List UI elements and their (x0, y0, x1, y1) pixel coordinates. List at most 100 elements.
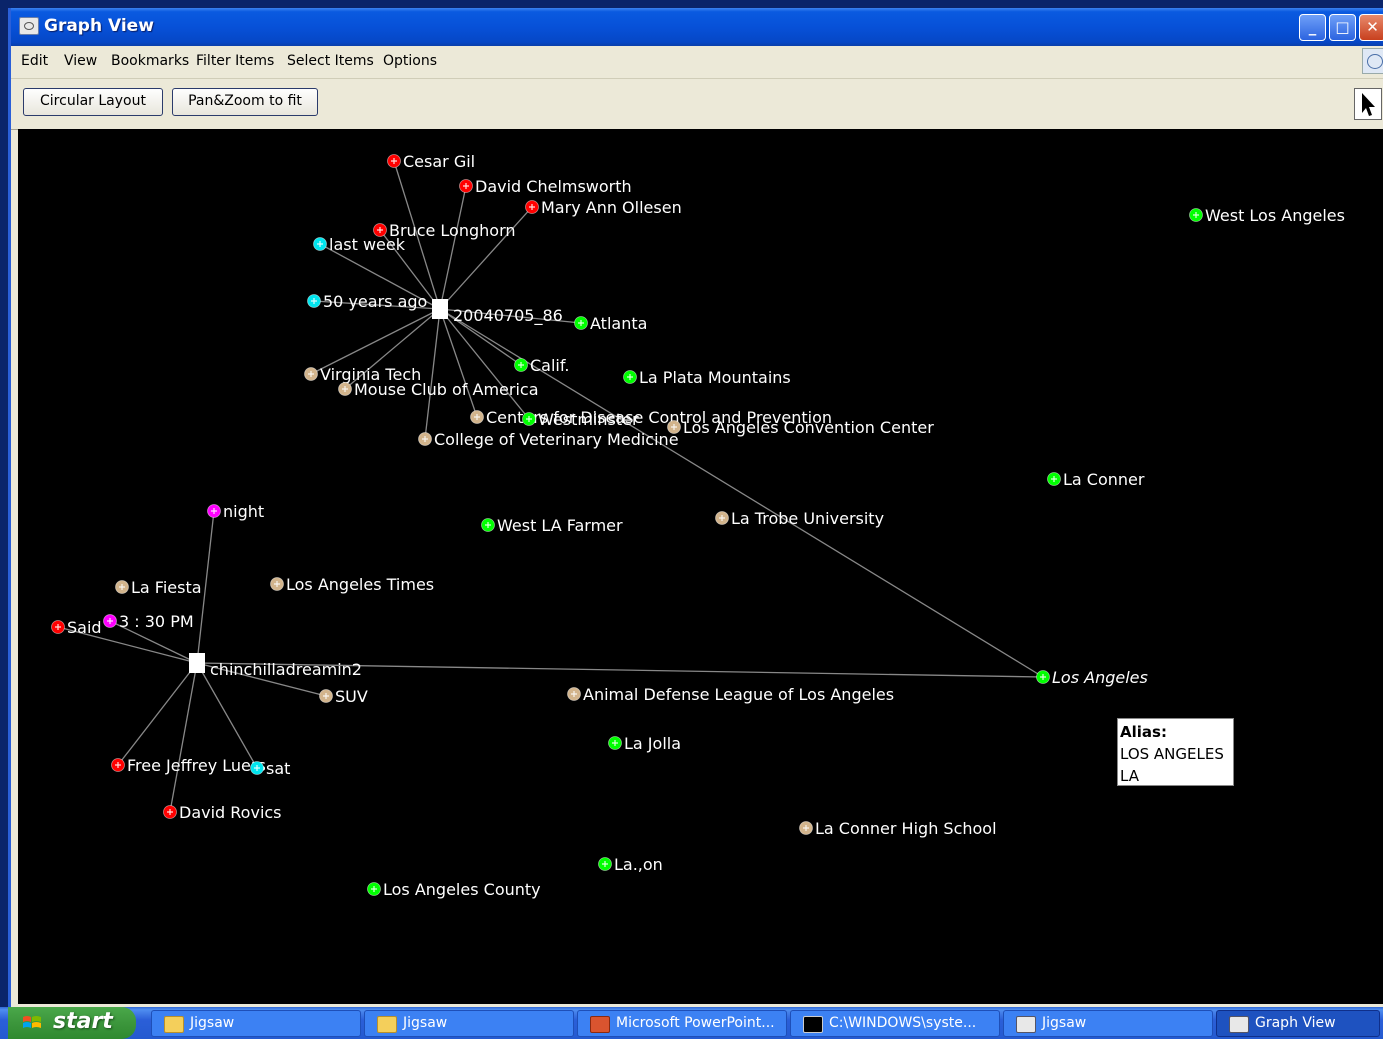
node-west-la-farmer[interactable]: West LA Farmer (481, 516, 624, 535)
node-label: Said (67, 618, 102, 637)
taskbar-label: Jigsaw (190, 1015, 235, 1031)
node-david-chelmsworth[interactable]: David Chelmsworth (459, 177, 632, 196)
edge-20040705-86-college-of-veterinary-medicine (424, 308, 441, 440)
node-la-conner-high-school[interactable]: La Conner High School (799, 819, 997, 838)
app-icon (1229, 1016, 1249, 1033)
taskbar: start Jigsaw Jigsaw Microsoft PowerPoint… (0, 1007, 1383, 1039)
node-los-angeles-convention-center[interactable]: Los Angeles Convention Center (667, 418, 935, 437)
node-label: La Trobe University (731, 509, 884, 528)
node-david-rovics[interactable]: David Rovics (163, 803, 282, 822)
node-label: La.,on (614, 855, 663, 874)
globe-icon[interactable] (1362, 48, 1383, 74)
taskbar-item-cmd[interactable]: C:\WINDOWS\syste... (790, 1010, 1000, 1037)
graph-svg[interactable]: Cesar Gil David Chelmsworth Mary Ann Olles… (18, 129, 1383, 1004)
taskbar-item-jigsaw-3[interactable]: Jigsaw (1003, 1010, 1213, 1037)
node-la-fiesta[interactable]: La Fiesta (115, 578, 202, 597)
node-label: Los Angeles (1052, 668, 1148, 687)
tooltip-alias-1: LOS ANGELES (1120, 745, 1224, 763)
document-node-20040705-86[interactable]: 20040705_86 (432, 299, 563, 326)
node-la-plata-mountains[interactable]: La Plata Mountains (623, 368, 791, 387)
document-label: 20040705_86 (453, 306, 563, 326)
node-label: La Conner High School (815, 819, 997, 838)
maximize-button[interactable]: □ (1329, 14, 1356, 41)
document-node-chinchilladreamin2[interactable]: chinchilladreamin2 (189, 653, 362, 679)
menu-view[interactable]: View (64, 53, 97, 69)
node-college-of-veterinary-medicine[interactable]: College of Veterinary Medicine (418, 430, 679, 449)
taskbar-label: C:\WINDOWS\syste... (829, 1015, 977, 1031)
node-la-trobe-university[interactable]: La Trobe University (715, 509, 885, 528)
node-label: College of Veterinary Medicine (434, 430, 679, 449)
circular-layout-button[interactable]: Circular Layout (23, 88, 163, 116)
node-label: Los Angeles Times (286, 575, 434, 594)
menu-options[interactable]: Options (383, 53, 437, 69)
document-icon (189, 653, 205, 673)
node-label: 3 : 30 PM (119, 612, 194, 631)
taskbar-label: Jigsaw (403, 1015, 448, 1031)
node-3-30-pm[interactable]: 3 : 30 PM (103, 612, 194, 631)
node-sat[interactable]: sat (250, 759, 291, 778)
node-los-angeles-county[interactable]: Los Angeles County (367, 880, 541, 899)
node-label: David Chelmsworth (475, 177, 632, 196)
taskbar-item-powerpoint[interactable]: Microsoft PowerPoint... (577, 1010, 787, 1037)
document-icon (432, 299, 448, 319)
pointer-tool-button[interactable] (1354, 88, 1382, 120)
node-label: Westminster (538, 410, 639, 429)
pan-zoom-button[interactable]: Pan&Zoom to fit (172, 88, 318, 116)
toolbar: Circular Layout Pan&Zoom to fit (11, 78, 1383, 130)
taskbar-item-jigsaw-2[interactable]: Jigsaw (364, 1010, 574, 1037)
start-button[interactable]: start (8, 1007, 136, 1039)
node-label: West Los Angeles (1205, 206, 1345, 225)
start-label: start (53, 1009, 113, 1034)
node-label: 50 years ago (323, 292, 427, 311)
node-atlanta[interactable]: Atlanta (574, 314, 648, 333)
graph-view-window: Graph View _ □ ✕ Edit View Bookmarks Fil… (8, 8, 1383, 1008)
node-westminster[interactable]: Westminster (522, 410, 639, 429)
menu-bookmarks[interactable]: Bookmarks (111, 53, 189, 69)
node-mary-ann-ollesen[interactable]: Mary Ann Ollesen (525, 198, 682, 217)
node-calif[interactable]: Calif. (514, 356, 570, 375)
node-label: sat (266, 759, 290, 778)
node-label: La Jolla (624, 734, 681, 753)
node-los-angeles[interactable]: Los Angeles (1036, 668, 1148, 687)
node-la-jolla[interactable]: La Jolla (608, 734, 682, 753)
taskbar-item-graph-view[interactable]: Graph View (1216, 1010, 1380, 1037)
taskbar-label: Graph View (1255, 1015, 1336, 1031)
title-bar[interactable]: Graph View _ □ ✕ (11, 8, 1383, 46)
node-50-years-ago[interactable]: 50 years ago (307, 292, 428, 311)
node-free-jeffrey-luers[interactable]: Free Jeffrey Luers (111, 756, 266, 775)
app-icon (1016, 1016, 1036, 1033)
tooltip-alias-2: LA (1120, 767, 1139, 785)
graph-canvas[interactable]: Cesar Gil David Chelmsworth Mary Ann Olles… (18, 129, 1383, 1004)
node-la-on[interactable]: La.,on (598, 855, 663, 874)
alias-tooltip: Alias: LOS ANGELES LA (1117, 718, 1234, 786)
node-last-week[interactable]: last week (313, 235, 406, 254)
minimize-button[interactable]: _ (1299, 14, 1326, 41)
node-west-los-angeles[interactable]: West Los Angeles (1189, 206, 1345, 225)
taskbar-label: Jigsaw (1042, 1015, 1087, 1031)
node-label: David Rovics (179, 803, 282, 822)
node-mouse-club-of-america[interactable]: Mouse Club of America (338, 380, 539, 399)
edge-20040705-86-david-chelmsworth (439, 185, 467, 310)
node-said[interactable]: Said (51, 618, 102, 637)
app-icon (19, 17, 39, 35)
taskbar-item-jigsaw-1[interactable]: Jigsaw (151, 1010, 361, 1037)
menu-edit[interactable]: Edit (21, 53, 48, 69)
node-label: Free Jeffrey Luers (127, 756, 266, 775)
node-cesar-gil[interactable]: Cesar Gil (387, 152, 476, 171)
document-label: chinchilladreamin2 (210, 660, 362, 679)
node-night[interactable]: night (207, 502, 265, 521)
edge-chinchilladreamin2-free-jeffrey-luers (117, 662, 198, 766)
node-label: La Plata Mountains (639, 368, 791, 387)
node-la-conner[interactable]: La Conner (1047, 470, 1145, 489)
node-label: Bruce Longhorn (389, 221, 516, 240)
menu-select-items[interactable]: Select Items (287, 53, 374, 69)
node-label: night (223, 502, 264, 521)
node-animal-defense-league-of-los-angeles[interactable]: Animal Defense League of Los Angeles (567, 685, 895, 704)
menu-bar: Edit View Bookmarks Filter Items Select … (11, 46, 1383, 76)
node-label: West LA Farmer (497, 516, 623, 535)
node-los-angeles-times[interactable]: Los Angeles Times (270, 575, 435, 594)
node-suv[interactable]: SUV (319, 687, 368, 706)
node-label: Los Angeles County (383, 880, 541, 899)
menu-filter-items[interactable]: Filter Items (196, 53, 274, 69)
close-button[interactable]: ✕ (1359, 14, 1383, 41)
